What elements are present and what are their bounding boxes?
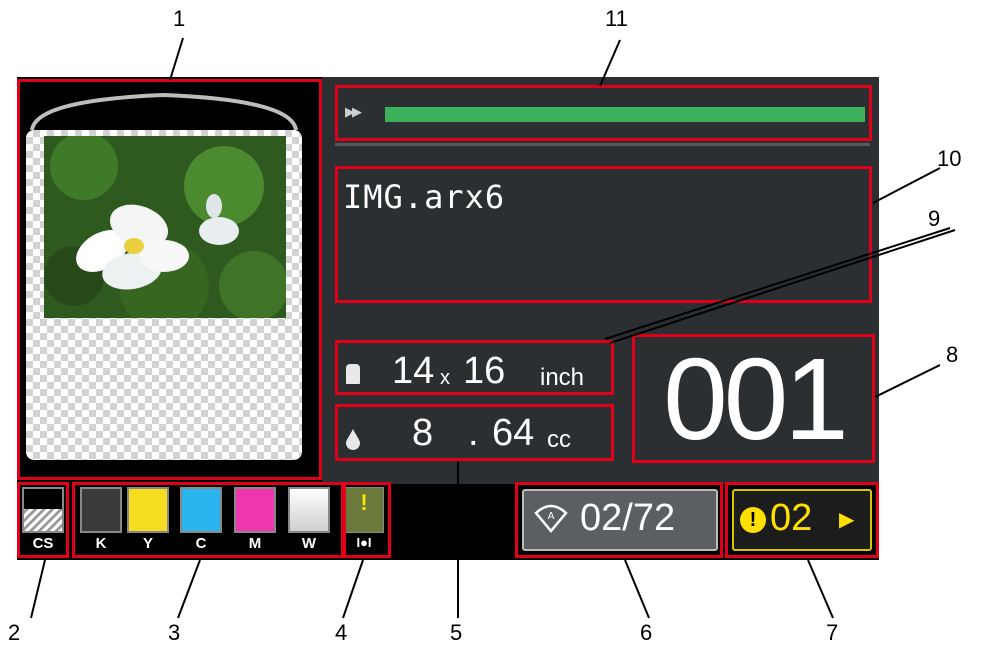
callout-number-7: 7 <box>826 620 839 645</box>
callout-number-4: 4 <box>335 620 348 645</box>
callout-number-2: 2 <box>8 620 21 645</box>
callout-number-6: 6 <box>640 620 653 645</box>
divider <box>335 143 870 146</box>
callout-box-3 <box>72 482 344 558</box>
callout-number-9: 9 <box>928 206 941 231</box>
callout-number-10: 10 <box>937 146 962 171</box>
callout-box-9 <box>335 340 614 395</box>
callout-number-3: 3 <box>168 620 181 645</box>
callout-number-5: 5 <box>450 620 463 645</box>
callout-box-4 <box>343 482 391 558</box>
callout-number-8: 8 <box>946 342 959 367</box>
callout-box-5 <box>335 404 614 461</box>
callout-box-11 <box>335 85 872 141</box>
callout-box-10 <box>335 166 872 303</box>
callout-box-7 <box>725 482 879 558</box>
callout-number-11: 11 <box>605 6 628 31</box>
callout-box-2 <box>17 482 69 558</box>
callout-box-6 <box>515 482 723 558</box>
callout-box-8 <box>632 334 875 463</box>
callout-box-1 <box>17 79 322 480</box>
callout-number-1: 1 <box>173 6 186 31</box>
